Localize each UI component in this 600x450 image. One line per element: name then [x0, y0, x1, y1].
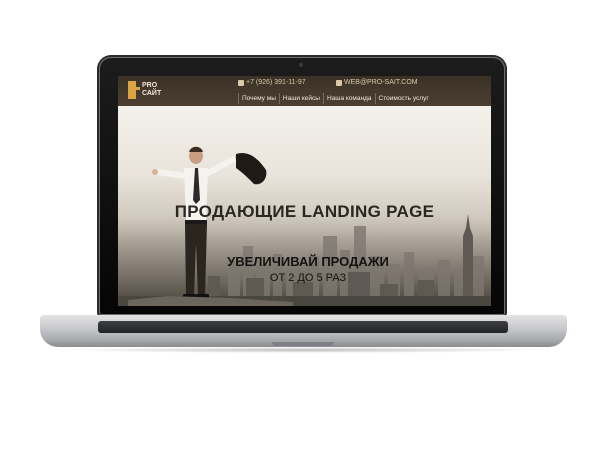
logo-mark-icon [128, 81, 140, 99]
email-address: WEB@PRO-SAIT.COM [344, 79, 418, 86]
hero-subheadline: УВЕЛИЧИВАЙ ПРОДАЖИ [227, 254, 389, 269]
laptop-keyboard [98, 321, 508, 333]
main-nav: Почему мы Наши кейсы Наша команда Стоимо… [238, 93, 432, 104]
email-contact[interactable]: WEB@PRO-SAIT.COM [336, 79, 418, 86]
nav-item-cases[interactable]: Наши кейсы [280, 93, 324, 104]
phone-contact[interactable]: +7 (926) 391-11-97 [238, 79, 306, 86]
logo-text: PRO САЙТ [142, 82, 161, 98]
nav-item-why-us[interactable]: Почему мы [238, 93, 280, 104]
hero-subheadline-secondary: ОТ 2 ДО 5 РАЗ [269, 272, 347, 284]
site-header: PRO САЙТ +7 (926) 391-11-97 WEB@PRO-SAIT… [118, 76, 491, 106]
nav-item-pricing[interactable]: Стоимость услуг [376, 93, 432, 104]
mail-icon [336, 79, 342, 86]
camera-dot [299, 63, 303, 67]
nav-item-team[interactable]: Наша команда [324, 93, 376, 104]
site-logo[interactable]: PRO САЙТ [128, 79, 161, 101]
laptop-screen: PRO САЙТ +7 (926) 391-11-97 WEB@PRO-SAIT… [118, 76, 491, 306]
phone-icon [238, 79, 244, 86]
laptop-shadow [60, 347, 550, 353]
logo-line-sait: САЙТ [142, 90, 162, 97]
phone-number: +7 (926) 391-11-97 [246, 79, 306, 86]
hero-headline: ПРОДАЮЩИЕ LANDING PAGE [174, 202, 435, 221]
logo-line-pro: PRO [142, 82, 158, 89]
laptop-notch [272, 342, 334, 346]
